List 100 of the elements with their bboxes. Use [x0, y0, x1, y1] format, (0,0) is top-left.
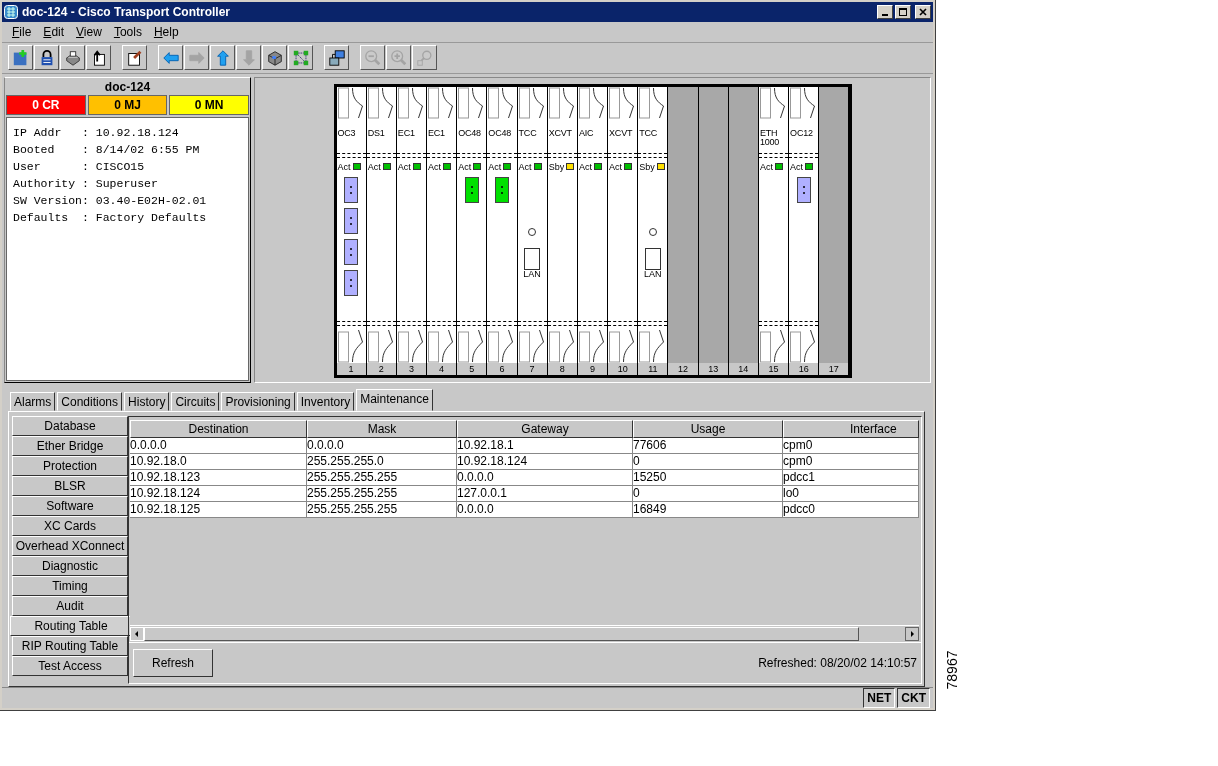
ejector-latch-icon: [577, 86, 607, 121]
column-header[interactable]: Gateway: [457, 419, 633, 438]
card-label: OC48: [487, 126, 513, 140]
menu-item[interactable]: Edit: [43, 24, 65, 39]
alarm-count: 0 CR: [6, 94, 86, 115]
subtab[interactable]: Database: [12, 415, 128, 436]
card-status: Act: [397, 161, 411, 172]
toolbar-button[interactable]: [262, 45, 287, 71]
ejector-latch-icon: [396, 86, 426, 121]
horizontal-scrollbar[interactable]: [130, 625, 919, 642]
ejector-latch-icon: [547, 328, 577, 363]
toolbar-button[interactable]: [86, 45, 111, 71]
tab[interactable]: Alarms: [10, 391, 56, 411]
tab[interactable]: Conditions: [57, 391, 123, 411]
subtab[interactable]: BLSR: [12, 475, 128, 496]
menu-item[interactable]: File: [12, 24, 32, 39]
menu-item[interactable]: Help: [153, 24, 179, 39]
toolbar-button[interactable]: [34, 45, 59, 71]
line-card[interactable]: ETH 1000 Act: [758, 86, 789, 363]
subtab[interactable]: Timing: [12, 575, 128, 596]
card-label: XCVT: [608, 126, 634, 140]
subtab[interactable]: Ether Bridge: [12, 435, 128, 456]
lan-port-icon: [524, 247, 541, 270]
subtab[interactable]: Diagnostic: [12, 555, 128, 576]
card-label: OC3: [336, 126, 357, 140]
tab[interactable]: Provisioning: [221, 391, 295, 411]
line-card[interactable]: OC48 Act: [457, 86, 487, 363]
column-header[interactable]: Usage: [633, 419, 783, 438]
lan-label: LAN: [523, 268, 541, 279]
tab[interactable]: Inventory: [296, 391, 355, 411]
node-name: doc-124: [103, 78, 152, 95]
tab[interactable]: Circuits: [171, 391, 220, 411]
ejector-latch-icon: [427, 328, 456, 363]
close-button[interactable]: [915, 4, 931, 19]
alarm-count: 0 MN: [169, 94, 249, 115]
status-indicator[interactable]: CKT: [897, 688, 930, 708]
menu-item[interactable]: View: [76, 24, 102, 39]
subtab[interactable]: RIP Routing Table: [12, 635, 128, 656]
close-icon: [918, 6, 928, 17]
minimize-button[interactable]: [877, 4, 893, 19]
node-info-line: SW Version: 03.40-E02H-02.01: [13, 192, 208, 209]
line-card[interactable]: XCVT Sby: [547, 86, 577, 363]
status-indicator[interactable]: NET: [863, 688, 896, 708]
card-status: Act: [759, 161, 773, 172]
toolbar-button[interactable]: [288, 45, 313, 71]
toolbar-button[interactable]: [158, 45, 183, 71]
indicator-ring-icon: [647, 226, 658, 237]
toolbar-button[interactable]: [324, 45, 349, 71]
card-status: Act: [518, 161, 532, 172]
scroll-left-icon[interactable]: [130, 627, 144, 641]
refresh-button[interactable]: Refresh: [133, 649, 213, 677]
toolbar-button[interactable]: [122, 45, 147, 71]
subtab[interactable]: Test Access: [12, 655, 128, 676]
line-card[interactable]: OC12 Act: [789, 86, 819, 363]
column-header[interactable]: Destination: [130, 419, 307, 438]
indicator-ring-icon: [527, 226, 538, 237]
node-info-line: Authority : Superuser: [13, 175, 159, 192]
ejector-latch-icon: [547, 86, 577, 121]
node-info-line: User : CISCO15: [13, 158, 146, 175]
line-card[interactable]: OC3 Act: [336, 86, 366, 363]
ejector-latch-icon: [366, 86, 396, 121]
card-status: Act: [337, 161, 351, 172]
line-card[interactable]: AIC Act: [577, 86, 608, 363]
zoom-area-icon: [415, 48, 434, 67]
line-card[interactable]: XCVT Act: [608, 86, 638, 363]
card-label: TCC: [638, 126, 659, 140]
subtab[interactable]: XC Cards: [12, 515, 128, 536]
card-status: Act: [458, 161, 472, 172]
line-card[interactable]: EC1 Act: [427, 86, 457, 363]
column-header[interactable]: Mask: [307, 419, 457, 438]
ejector-latch-icon: [396, 328, 426, 363]
line-card[interactable]: TCC Act LAN: [517, 86, 547, 363]
toolbar-button[interactable]: [210, 45, 235, 71]
subtab[interactable]: Overhead XConnect: [12, 535, 128, 556]
line-card[interactable]: DS1 Act: [366, 86, 396, 363]
figure-number: 78967: [944, 650, 961, 690]
line-card[interactable]: EC1 Act: [396, 86, 426, 363]
maximize-button[interactable]: [895, 4, 911, 19]
line-card[interactable]: TCC Sby LAN: [638, 86, 668, 363]
minimize-icon: [882, 13, 888, 16]
line-card[interactable]: OC48 Act: [487, 86, 517, 363]
menu-item[interactable]: Tools: [113, 24, 142, 39]
tab[interactable]: History: [124, 391, 170, 411]
card-status: Act: [790, 161, 804, 172]
column-header[interactable]: Interface: [783, 419, 919, 438]
tab[interactable]: Maintenance: [356, 388, 433, 411]
ejector-latch-icon: [758, 328, 788, 363]
toolbar-button[interactable]: [60, 45, 85, 71]
refreshed-timestamp: Refreshed: 08/20/02 14:10:57: [758, 656, 917, 670]
toolbar-button[interactable]: [8, 45, 33, 71]
subtab[interactable]: Software: [12, 495, 128, 516]
circuits-icon: [327, 48, 346, 67]
notes-icon: [125, 48, 144, 67]
ejector-latch-icon: [517, 328, 547, 363]
card-label: AIC: [577, 126, 595, 140]
card-status: Sby: [548, 161, 565, 172]
subtab[interactable]: Protection: [12, 455, 128, 476]
scroll-right-icon[interactable]: [905, 627, 919, 641]
card-label: XCVT: [547, 126, 573, 140]
subtab[interactable]: Audit: [12, 595, 128, 616]
